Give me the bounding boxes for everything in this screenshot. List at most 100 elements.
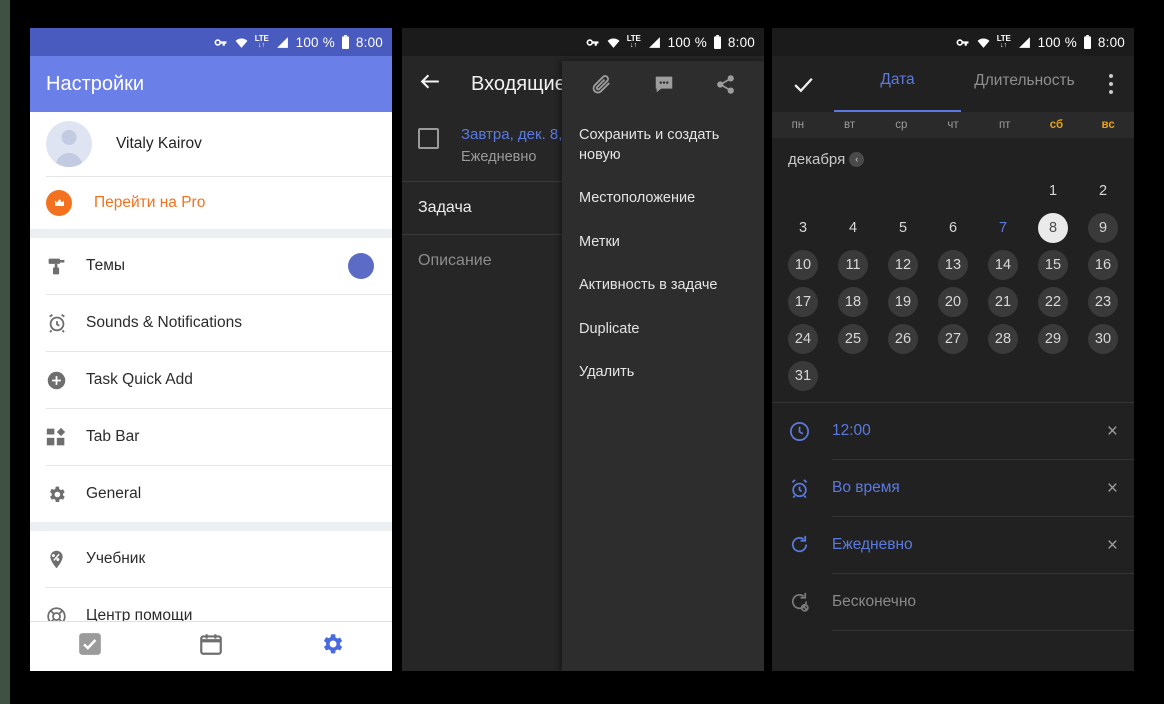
calendar-day-cell[interactable]: 16 — [1078, 248, 1128, 281]
signal-icon — [647, 36, 662, 49]
bottom-nav-calendar[interactable] — [198, 631, 224, 662]
option-row-time[interactable]: 12:00 × — [772, 403, 1134, 459]
calendar-day-cell[interactable]: 6 — [928, 211, 978, 244]
calendar-day-cell[interactable]: 27 — [928, 322, 978, 355]
chevron-left-icon[interactable]: ‹ — [849, 152, 865, 167]
calendar-day-cell[interactable]: 26 — [878, 322, 928, 355]
arrow-back-icon[interactable] — [418, 69, 443, 99]
signal-icon — [275, 36, 290, 49]
unchecked-checkbox-icon[interactable] — [418, 128, 439, 149]
calendar-day-label: 30 — [1088, 323, 1118, 354]
check-icon[interactable] — [772, 56, 834, 112]
calendar-day-cell[interactable]: 13 — [928, 248, 978, 281]
menu-item-location[interactable]: Местоположение — [562, 177, 764, 221]
tab-bar-icon — [46, 427, 86, 447]
clear-repeat-icon[interactable]: × — [1107, 536, 1118, 555]
bottom-nav-tasks[interactable] — [77, 631, 103, 662]
menu-item-save-and-create-new[interactable]: Сохранить и создать новую — [562, 112, 764, 177]
calendar-day-cell[interactable]: 24 — [778, 322, 828, 355]
option-label: Бесконечно — [832, 593, 917, 610]
calendar-day-label: 2 — [1098, 182, 1108, 199]
person-avatar-icon — [46, 121, 92, 167]
month-label: декабря ‹ — [772, 138, 1134, 172]
status-bar-settings: LTE ↓↑ 100 % 8:00 — [30, 28, 392, 56]
clear-time-icon[interactable]: × — [1107, 422, 1118, 441]
sidebar-item-general[interactable]: General — [30, 466, 392, 522]
battery-percent-label: 100 % — [667, 34, 707, 50]
tag-location-icon — [46, 549, 86, 570]
calendar-day-cell[interactable]: 5 — [878, 211, 928, 244]
calendar-day-cell[interactable]: 12 — [878, 248, 928, 281]
option-label: Во время — [832, 479, 900, 496]
calendar-day-cell[interactable]: 31 — [778, 359, 828, 392]
calendar-day-label: 23 — [1088, 286, 1118, 317]
upgrade-to-pro-row[interactable]: Перейти на Pro — [30, 177, 392, 229]
calendar-day-cell[interactable]: 15 — [1028, 248, 1078, 281]
lte-icon: LTE ↓↑ — [996, 34, 1011, 50]
lte-icon: LTE ↓↑ — [254, 34, 269, 50]
calendar-day-cell[interactable]: 22 — [1028, 285, 1078, 318]
settings-list: Vitaly Kairov Перейти на Pro Темы Sounds… — [30, 112, 392, 644]
calendar-day-cell[interactable]: 28 — [978, 322, 1028, 355]
calendar-day-cell[interactable]: 18 — [828, 285, 878, 318]
calendar-day-cell[interactable]: 20 — [928, 285, 978, 318]
battery-percent-label: 100 % — [1037, 34, 1077, 50]
option-row-repeat[interactable]: Ежедневно × — [772, 517, 1134, 573]
calendar-day-cell[interactable]: 17 — [778, 285, 828, 318]
sidebar-item-task-quick-add[interactable]: Task Quick Add — [30, 352, 392, 408]
calendar-day-cell[interactable]: 1 — [1028, 174, 1078, 207]
calendar-day-cell[interactable]: 2 — [1078, 174, 1128, 207]
sidebar-item-tutorial[interactable]: Учебник — [30, 531, 392, 587]
calendar-day-label: 17 — [788, 286, 818, 317]
share-icon[interactable] — [715, 74, 736, 100]
battery-percent-label: 100 % — [295, 34, 335, 50]
calendar-day-cell[interactable]: 3 — [778, 211, 828, 244]
menu-item-duplicate[interactable]: Duplicate — [562, 308, 764, 352]
sidebar-item-sounds-notifications[interactable]: Sounds & Notifications — [30, 295, 392, 351]
theme-color-swatch[interactable] — [348, 253, 374, 279]
sidebar-item-label: Учебник — [86, 550, 146, 567]
bottom-nav-settings[interactable] — [319, 631, 345, 662]
calendar-day-label: 7 — [998, 219, 1008, 236]
clock-icon — [788, 420, 832, 443]
calendar-day-cell[interactable]: 9 — [1078, 211, 1128, 244]
bottom-navigation-bar — [30, 621, 392, 671]
calendar-day-label: 22 — [1038, 286, 1068, 317]
calendar-day-cell[interactable]: 10 — [778, 248, 828, 281]
menu-item-task-activity[interactable]: Активность в задаче — [562, 264, 764, 308]
menu-item-delete[interactable]: Удалить — [562, 351, 764, 395]
add-circle-icon — [46, 370, 86, 391]
option-row-reminder[interactable]: Во время × — [772, 460, 1134, 516]
calendar-day-cell[interactable]: 14 — [978, 248, 1028, 281]
calendar-day-label: 31 — [788, 360, 818, 391]
calendar-day-cell[interactable]: 11 — [828, 248, 878, 281]
sidebar-item-tab-bar[interactable]: Tab Bar — [30, 409, 392, 465]
calendar-day-cell[interactable]: 21 — [978, 285, 1028, 318]
tab-duration[interactable]: Длительность — [961, 56, 1088, 112]
attachment-icon[interactable] — [590, 73, 613, 101]
sidebar-item-label: Task Quick Add — [86, 371, 193, 388]
option-row-repeat-end[interactable]: Бесконечно — [772, 574, 1134, 630]
calendar-day-cell[interactable]: 7 — [978, 211, 1028, 244]
calendar-day-cell[interactable]: 30 — [1078, 322, 1128, 355]
calendar-day-cell[interactable]: 23 — [1078, 285, 1128, 318]
account-row[interactable]: Vitaly Kairov — [30, 112, 392, 176]
comment-icon[interactable] — [653, 73, 675, 100]
calendar-day-cell[interactable]: 4 — [828, 211, 878, 244]
clear-reminder-icon[interactable]: × — [1107, 479, 1118, 498]
more-vertical-icon[interactable] — [1088, 56, 1134, 112]
calendar-day-cell[interactable]: 8 — [1028, 211, 1078, 244]
menu-item-labels[interactable]: Метки — [562, 221, 764, 265]
calendar-day-cell[interactable]: 19 — [878, 285, 928, 318]
calendar-blank-cell — [828, 174, 878, 207]
option-label: Ежедневно — [832, 536, 913, 553]
calendar-day-cell[interactable]: 25 — [828, 322, 878, 355]
divider — [832, 630, 1134, 631]
task-phone-panel: LTE ↓↑ 100 % 8:00 Входящие Завтра, дек. … — [402, 28, 764, 671]
calendar-day-label: 6 — [948, 219, 958, 236]
tab-date[interactable]: Дата — [834, 56, 961, 112]
account-name-label: Vitaly Kairov — [116, 135, 202, 152]
calendar-day-cell[interactable]: 29 — [1028, 322, 1078, 355]
signal-icon — [1017, 36, 1032, 49]
sidebar-item-themes[interactable]: Темы — [30, 238, 392, 294]
